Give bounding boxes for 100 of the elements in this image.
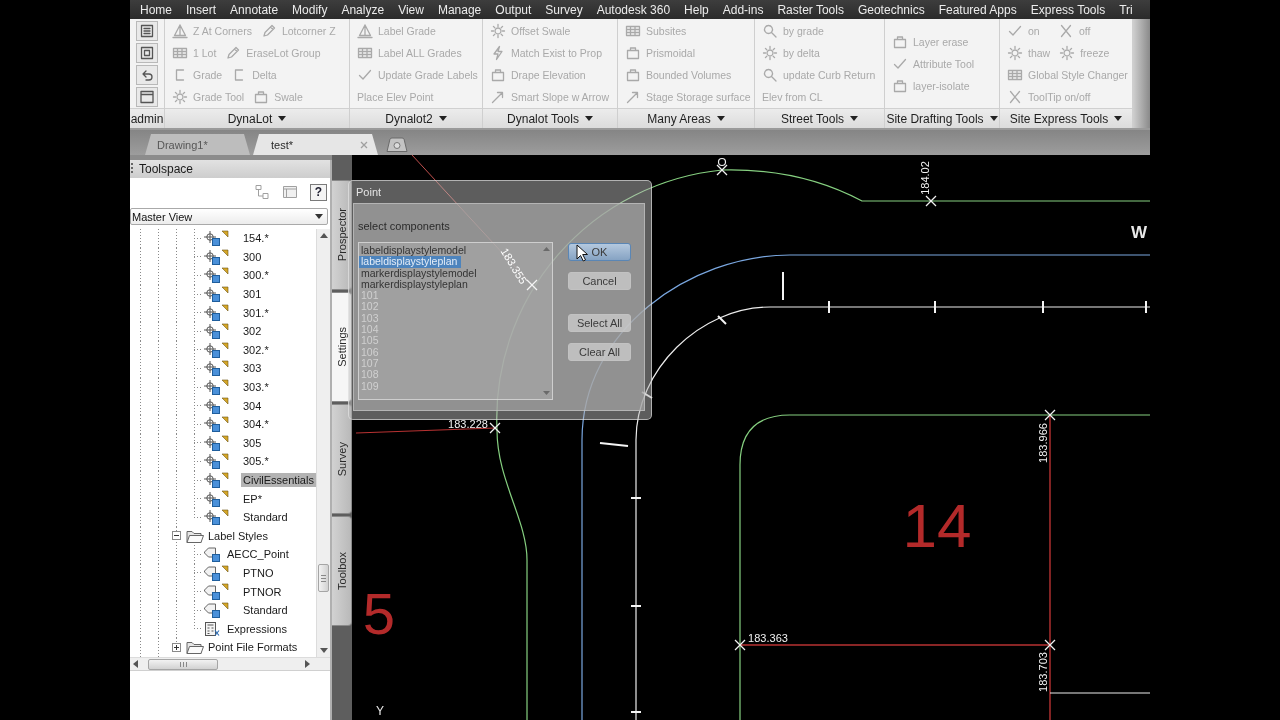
ribbon-tab[interactable]: Geotechnics <box>857 2 925 17</box>
scroll-right-icon[interactable] <box>305 660 310 668</box>
tree-item[interactable]: 302 <box>241 324 264 339</box>
tick-mark-icon <box>630 497 642 499</box>
scrollbar-thumb[interactable] <box>318 564 329 592</box>
ribbon-tab[interactable]: Add-ins <box>722 2 764 17</box>
crosshair-icon <box>203 453 221 470</box>
cancel-button[interactable]: Cancel <box>568 272 631 290</box>
tree-item[interactable]: Point File Formats <box>206 640 300 655</box>
tree-item[interactable]: EP* <box>241 491 264 506</box>
ribbon-tab[interactable]: Home <box>140 2 172 17</box>
scroll-up-icon[interactable] <box>319 233 328 238</box>
ribbon-tab[interactable]: Help <box>684 2 709 17</box>
document-tab[interactable]: Drawing1* <box>145 134 250 155</box>
ribbon-button[interactable] <box>136 86 158 107</box>
tree-item[interactable]: 300 <box>241 249 264 264</box>
briefcase-icon <box>625 66 641 83</box>
ribbon-button[interactable] <box>136 42 158 63</box>
panel-title[interactable]: Site Drafting Tools <box>885 108 999 128</box>
tree-item[interactable]: CivilEssentials <box>241 473 316 487</box>
elevation-label: 184.02 <box>919 161 931 195</box>
briefcase-icon <box>490 66 506 83</box>
crosshair-icon <box>203 360 221 377</box>
ribbon-tab[interactable]: Tri <box>1119 2 1133 17</box>
tree-item[interactable]: 305 <box>241 435 264 450</box>
ribbon-tab[interactable]: Output <box>495 2 532 17</box>
tree-item[interactable]: 301.* <box>241 305 271 320</box>
ribbon-tab[interactable]: Autodesk 360 <box>596 2 671 17</box>
ribbon-tab[interactable]: Express Tools <box>1030 2 1106 17</box>
tree-item[interactable]: 304 <box>241 398 264 413</box>
panel-tab[interactable]: Settings <box>332 292 352 402</box>
panel-title[interactable]: Dynalot2 <box>350 108 482 128</box>
cursor-icon <box>576 244 588 262</box>
ribbon-button[interactable] <box>136 20 158 41</box>
tree-item[interactable]: 301 <box>241 287 264 302</box>
ribbon-tab[interactable]: Survey <box>545 2 583 17</box>
ribbon-tab[interactable]: View <box>398 2 424 17</box>
tick-mark-icon <box>599 442 629 447</box>
tree-item[interactable]: PTNO <box>241 566 276 580</box>
select-all-button[interactable]: Select All <box>568 314 631 332</box>
tree-item[interactable]: Standard <box>241 510 290 525</box>
panel-title[interactable]: Site Express Tools <box>1000 108 1132 128</box>
ribbon-tab[interactable]: Annotate <box>230 2 279 17</box>
panel-tab[interactable]: Toolbox <box>332 516 352 626</box>
tree-item[interactable]: 303.* <box>241 380 271 395</box>
triangle-icon <box>172 22 188 39</box>
ribbon-tab[interactable]: Manage <box>437 2 482 17</box>
scroll-down-icon[interactable] <box>319 648 328 653</box>
tree-item[interactable]: PTNOR <box>241 584 284 599</box>
list-item[interactable]: markerdisplaystylemodel <box>359 267 481 279</box>
tree-item[interactable]: Label Styles <box>206 528 270 543</box>
tree-item[interactable]: AECC_Point <box>225 547 291 562</box>
vertical-scrollbar[interactable] <box>316 229 330 657</box>
ribbon-tab[interactable]: Raster Tools <box>777 2 844 17</box>
ribbon-tab[interactable]: Featured Apps <box>938 2 1017 17</box>
plus-box-icon[interactable] <box>172 642 181 652</box>
list-icon <box>139 22 155 39</box>
scroll-left-icon[interactable] <box>133 660 138 668</box>
help-button[interactable]: ? <box>310 183 327 201</box>
tree-item[interactable]: 303 <box>241 361 264 376</box>
list-item[interactable]: labeldisplaystylemodel <box>359 245 471 257</box>
panel-title: admin <box>130 108 164 128</box>
scrollbar-thumb[interactable] <box>148 658 218 670</box>
tree-item[interactable]: 300.* <box>241 268 271 283</box>
elevation-label: 183.363 <box>748 632 788 644</box>
point-marker-icon <box>1044 639 1056 651</box>
list-item[interactable]: markerdisplaystyleplan <box>359 278 472 291</box>
lot-number: 5 <box>362 580 396 646</box>
elevation-label: 183.966 <box>1037 423 1049 463</box>
ribbon-tab[interactable]: Insert <box>186 2 217 17</box>
grip-icon[interactable] <box>131 163 134 175</box>
clear-all-button[interactable]: Clear All <box>568 343 631 361</box>
minus-box-icon[interactable] <box>172 531 181 541</box>
tree-item[interactable]: Standard <box>241 603 290 618</box>
panel-title[interactable]: Dynalot Tools <box>483 108 617 128</box>
horizontal-scrollbar[interactable] <box>130 657 330 671</box>
crosshair-icon <box>203 397 221 414</box>
panel-title[interactable]: Many Areas <box>618 108 754 128</box>
tree-item[interactable]: 302.* <box>241 342 271 357</box>
tree-item[interactable]: 304.* <box>241 417 271 432</box>
hierarchy-icon[interactable] <box>254 184 270 200</box>
panel-title[interactable]: DynaLot <box>165 108 349 128</box>
tree-item[interactable]: 154.* <box>241 231 271 246</box>
panel-tab[interactable]: Survey <box>332 404 352 514</box>
document-tab[interactable]: test* <box>253 134 378 155</box>
gear-icon <box>762 44 778 61</box>
window-icon[interactable] <box>282 184 298 200</box>
view-dropdown[interactable]: Master View <box>130 208 328 225</box>
panel-title[interactable]: Street Tools <box>755 108 884 128</box>
ribbon-tab[interactable]: Modify <box>292 2 328 17</box>
crosshair-icon <box>203 248 221 265</box>
tree-item[interactable]: Expressions <box>225 621 289 636</box>
ribbon-button[interactable] <box>136 64 158 85</box>
tree-item[interactable]: 305.* <box>241 454 271 469</box>
ribbon-tab[interactable]: Analyze <box>341 2 385 17</box>
tick-mark-icon <box>630 711 642 713</box>
briefcase-icon <box>892 77 908 94</box>
panel-tab[interactable]: Prospector <box>332 180 352 290</box>
tab-icon[interactable] <box>386 137 408 152</box>
gear-icon <box>1007 44 1023 61</box>
